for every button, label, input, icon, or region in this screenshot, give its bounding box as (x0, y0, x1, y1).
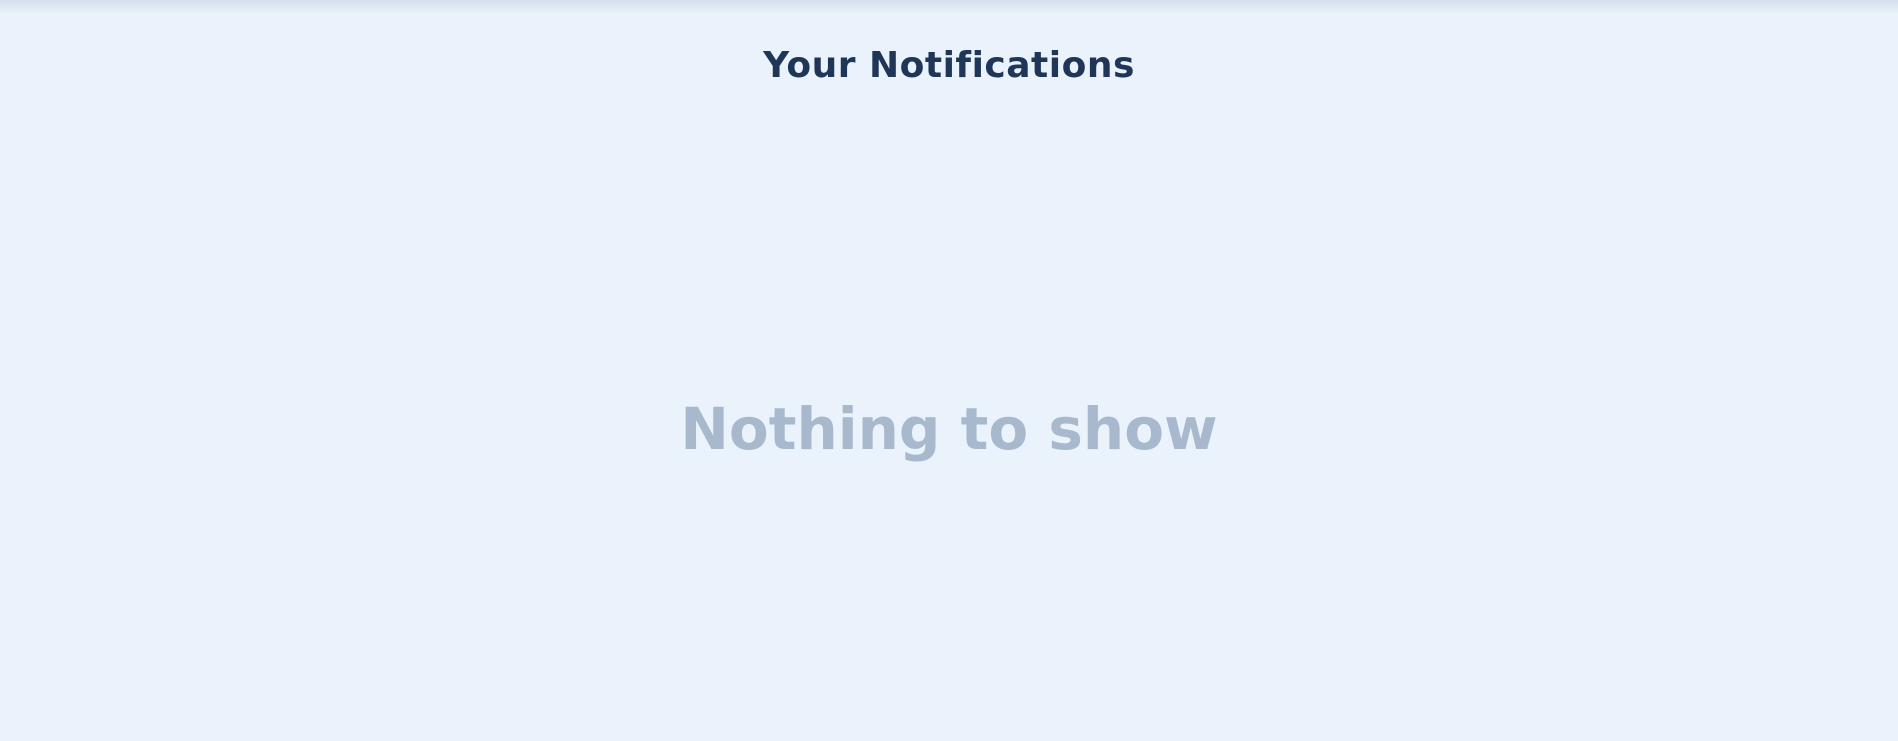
page-title: Your Notifications (763, 45, 1135, 86)
header-shadow (0, 0, 1898, 14)
empty-state-message: Nothing to show (680, 395, 1218, 463)
